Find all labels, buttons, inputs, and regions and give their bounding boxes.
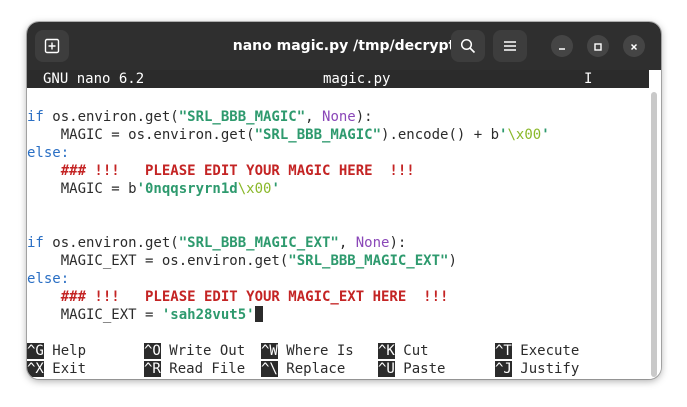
shortcut-read-file[interactable]: ^R Read File xyxy=(144,360,245,378)
shortcut-replace[interactable]: ^\ Replace xyxy=(261,360,345,378)
code-text: , xyxy=(305,109,323,125)
keyword: else: xyxy=(27,271,70,287)
keyword: if xyxy=(27,109,44,125)
string-literal: "SRL_BBB_MAGIC_EXT" xyxy=(288,253,449,269)
menu-button[interactable] xyxy=(493,30,527,62)
shortcut-key: ^X xyxy=(27,361,44,377)
close-button[interactable] xyxy=(623,35,645,57)
code-line[interactable]: else: xyxy=(27,144,69,162)
code-text: MAGIC_EXT = os.environ.get( xyxy=(27,253,289,269)
shortcut-label: Replace xyxy=(277,361,346,377)
code-text: MAGIC = b xyxy=(27,181,137,197)
shortcut-label: Justify xyxy=(511,361,580,377)
builtin-constant: None xyxy=(322,109,356,125)
code-line[interactable]: MAGIC_EXT = os.environ.get("SRL_BBB_MAGI… xyxy=(27,252,457,270)
code-text: MAGIC = os.environ.get( xyxy=(27,127,255,143)
shortcut-paste[interactable]: ^U Paste xyxy=(378,360,445,378)
shortcut-label: Read File xyxy=(160,361,246,377)
string-literal: 'sah28vut5' xyxy=(161,307,255,323)
code-text: os.environ.get( xyxy=(43,235,179,251)
shortcut-key: ^U xyxy=(378,361,395,377)
shortcut-key: ^O xyxy=(144,343,161,359)
escape-sequence: \x00 xyxy=(237,181,272,197)
code-text: , xyxy=(338,235,356,251)
string-literal: "SRL_BBB_MAGIC" xyxy=(178,109,306,125)
shortcut-key: ^K xyxy=(378,343,395,359)
code-line[interactable]: MAGIC = os.environ.get("SRL_BBB_MAGIC").… xyxy=(27,126,550,144)
minimize-button[interactable] xyxy=(551,35,573,57)
string-literal: '0nqqsryrn1d xyxy=(136,181,238,197)
shortcut-justify[interactable]: ^J Justify xyxy=(495,360,579,378)
shortcut-help[interactable]: ^G Help xyxy=(27,342,86,360)
new-tab-button[interactable] xyxy=(35,30,69,62)
code-line[interactable]: ### !!! PLEASE EDIT YOUR MAGIC HERE !!! xyxy=(27,162,415,180)
shortcut-write-out[interactable]: ^O Write Out xyxy=(144,342,245,360)
shortcut-exit[interactable]: ^X Exit xyxy=(27,360,86,378)
shortcut-execute[interactable]: ^T Execute xyxy=(495,342,579,360)
code-line[interactable]: else: xyxy=(27,270,69,288)
nano-editor[interactable]: GNU nano 6.2 magic.py I if os.environ.ge… xyxy=(27,70,661,379)
shortcut-label: Exit xyxy=(43,361,87,377)
file-name: magic.py xyxy=(323,71,391,87)
shortcut-label: Paste xyxy=(394,361,446,377)
status-mark: I xyxy=(584,71,593,87)
code-text: ): xyxy=(389,235,407,251)
maximize-icon xyxy=(593,37,603,56)
escape-sequence: \x00 xyxy=(507,127,542,143)
code-text: MAGIC_EXT = xyxy=(27,307,162,323)
string-literal: ' xyxy=(541,127,550,143)
code-text: ) xyxy=(448,253,457,269)
scrollbar[interactable] xyxy=(651,92,657,377)
terminal-window: nano magic.py /tmp/decrypt GNU nano 6.2 … xyxy=(27,22,661,379)
maximize-button[interactable] xyxy=(587,35,609,57)
shortcut-key: ^\ xyxy=(261,361,278,377)
shortcut-where-is[interactable]: ^W Where Is xyxy=(261,342,354,360)
comment: ### !!! PLEASE EDIT YOUR MAGIC_EXT HERE … xyxy=(27,289,449,305)
builtin-constant: None xyxy=(355,235,390,251)
shortcut-key: ^G xyxy=(27,343,44,359)
hamburger-menu-icon xyxy=(503,40,517,52)
shortcut-cut[interactable]: ^K Cut xyxy=(378,342,429,360)
shortcut-key: ^T xyxy=(495,343,512,359)
search-icon xyxy=(460,38,476,54)
shortcut-label: Help xyxy=(43,343,87,359)
code-line[interactable]: MAGIC = b'0nqqsryrn1d\x00' xyxy=(27,180,280,198)
keyword: if xyxy=(27,235,44,251)
keyword: else: xyxy=(27,145,70,161)
code-line[interactable]: if os.environ.get("SRL_BBB_MAGIC_EXT", N… xyxy=(27,234,406,252)
shortcut-key: ^J xyxy=(495,361,512,377)
shortcut-key: ^R xyxy=(144,361,161,377)
shortcut-key: ^W xyxy=(261,343,278,359)
search-button[interactable] xyxy=(451,30,485,62)
close-icon xyxy=(629,37,639,56)
shortcut-label: Execute xyxy=(511,343,580,359)
string-literal: "SRL_BBB_MAGIC_EXT" xyxy=(178,235,339,251)
comment: ### !!! PLEASE EDIT YOUR MAGIC HERE !!! xyxy=(27,163,415,179)
shortcut-label: Where Is xyxy=(277,343,354,359)
shortcut-label: Cut xyxy=(394,343,429,359)
code-line[interactable]: MAGIC_EXT = 'sah28vut5' xyxy=(27,306,263,324)
code-text: ): xyxy=(355,109,373,125)
nano-version: GNU nano 6.2 xyxy=(43,71,145,87)
string-literal: ' xyxy=(271,181,280,197)
new-tab-icon xyxy=(44,38,60,54)
code-text: ).encode() + b xyxy=(381,127,500,143)
code-line[interactable]: ### !!! PLEASE EDIT YOUR MAGIC_EXT HERE … xyxy=(27,288,449,306)
code-line[interactable]: if os.environ.get("SRL_BBB_MAGIC", None)… xyxy=(27,108,373,126)
shortcut-label: Write Out xyxy=(160,343,246,359)
title-bar: nano magic.py /tmp/decrypt xyxy=(27,22,661,70)
text-cursor xyxy=(254,306,263,322)
minimize-icon xyxy=(557,37,567,56)
code-text: os.environ.get( xyxy=(43,109,179,125)
string-literal: "SRL_BBB_MAGIC" xyxy=(254,127,382,143)
nano-header: GNU nano 6.2 magic.py I xyxy=(27,70,649,88)
